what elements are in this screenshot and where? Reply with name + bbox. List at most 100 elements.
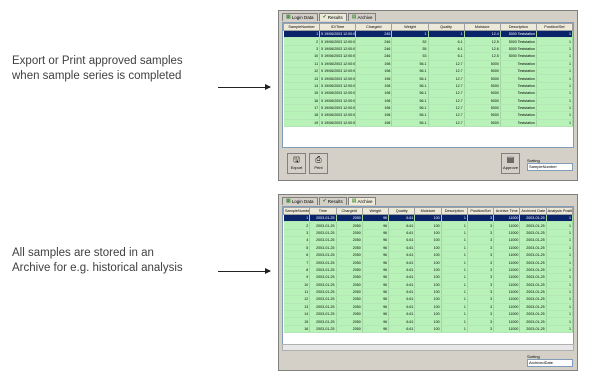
table-cell: 3 <box>467 281 495 289</box>
table-cell: 246 <box>355 45 393 54</box>
column-header[interactable]: Quality <box>388 207 416 215</box>
table-row[interactable]: 17 5 19/06/2003 12:00:00 198 56.1 12.7 5000 Te… <box>283 104 573 113</box>
column-header[interactable]: SampleNumber <box>283 207 311 215</box>
tab-bar: ▦ Login Data ✔ Results ▤ Archive <box>279 11 577 21</box>
table-cell: 5 19/06/2003 12:00:00 <box>319 30 357 39</box>
tab-archive[interactable]: ▤ Archive <box>347 197 377 205</box>
table-row[interactable]: 10 5 19/06/2003 12:00:00 246 53 6.1 12.5 5000 … <box>283 52 573 61</box>
table-cell: 2050 <box>336 221 363 230</box>
column-header[interactable]: Moisture <box>414 207 442 215</box>
grid-icon: ▦ <box>286 14 291 20</box>
print-button[interactable]: ⎙ Print <box>309 153 328 174</box>
table-cell: 96 <box>362 214 390 223</box>
table-row[interactable]: 11 5 19/06/2003 12:00:00 198 56.1 12.7 5000 Te… <box>283 60 573 68</box>
table-cell: 2050 <box>336 214 363 223</box>
table-row[interactable]: 8 2003-01-25 2050 96 6.61 100 1 3 11000 2003-01-2… <box>283 266 573 275</box>
table-cell: 56.1 <box>391 104 429 113</box>
table-cell: Teststation <box>500 74 537 83</box>
table-cell: 12 <box>283 295 311 304</box>
table-cell: 100 <box>414 310 442 319</box>
column-header[interactable]: Weight <box>361 207 390 215</box>
table-row[interactable]: 3 2003-01-25 2050 96 6.61 100 1 3 11000 2003-01-2… <box>283 229 573 238</box>
table-cell: 5000 <box>464 74 501 83</box>
table-row[interactable]: 1 2003-01-25 2050 96 6.61 100 1 3 11000 2003-01-2… <box>283 214 573 223</box>
table-row[interactable]: 25 19/06/2003 12:00:00 246 52 6.1 12.5 5000 T… <box>283 37 573 46</box>
column-header[interactable]: Analysis Position <box>545 207 573 215</box>
table-cell: 12.7 <box>428 104 465 113</box>
tab-results[interactable]: ✔ Results <box>318 197 347 205</box>
table-row[interactable]: 18 5 19/06/2003 12:00:00 198 56.1 12.7 5000 Te… <box>283 111 573 120</box>
column-header[interactable]: Description <box>440 207 468 215</box>
tab-login-data[interactable]: ▦ Login Data <box>282 13 318 21</box>
table-cell: 5 19/06/2003 12:00:00 <box>319 74 357 83</box>
column-header[interactable]: Position/Set <box>466 207 495 215</box>
tab-login-data[interactable]: ▦ Login Data <box>282 197 318 205</box>
table-row[interactable]: 4 2003-01-25 2050 96 6.61 100 1 3 11000 2003-01-2… <box>283 236 573 245</box>
column-header[interactable]: ID/Time <box>319 23 357 31</box>
table-cell: 100 <box>414 258 442 267</box>
table-row[interactable]: 12 5 19/06/2003 12:00:00 198 56.1 12.7 5000 Te… <box>283 67 573 76</box>
column-header[interactable]: Archived Date <box>519 207 547 215</box>
column-header[interactable]: Archive Time <box>493 207 521 215</box>
table-row[interactable]: 19 5 19/06/2003 12:00:00 198 56.1 12.7 5000 Te… <box>283 119 573 128</box>
table-cell: 6.61 <box>388 251 416 260</box>
table-row[interactable]: 16 5 19/06/2003 12:00:00 198 56.1 12.7 5000 Te… <box>283 97 573 105</box>
column-header[interactable]: Time <box>309 207 337 215</box>
table-cell: 100 <box>414 221 442 230</box>
table-cell: 5 19/06/2003 12:00:00 <box>319 82 357 91</box>
table-row[interactable]: 15 2003-01-25 2050 96 6.61 100 1 3 11000 2003-01-… <box>283 317 573 326</box>
table-cell: 1 <box>391 30 429 39</box>
table-cell: 1 <box>536 74 573 83</box>
table-cell: 11000 <box>493 273 521 282</box>
table-row[interactable]: 14 2003-01-25 2050 96 6.61 100 1 3 11000 2003-01-… <box>283 310 573 319</box>
table-row[interactable]: 35 19/06/2003 12:00:00 246 55 6.1 12.6 5000 T… <box>283 45 573 54</box>
tab-results[interactable]: ✔ Results <box>318 13 347 21</box>
approve-button[interactable]: ▤ Approve <box>501 153 520 174</box>
table-cell: 16 <box>283 325 311 334</box>
table-row[interactable]: 13 2003-01-25 2050 96 6.61 100 1 3 11000 2003-01-… <box>283 303 573 312</box>
sort-select[interactable]: SampleNumber <box>527 163 573 171</box>
column-header[interactable]: SampleNumber <box>283 23 321 31</box>
table-row[interactable]: 5 2003-01-25 2050 96 6.61 100 1 3 11000 2003-01-2… <box>283 244 573 252</box>
table-cell: 3 <box>467 258 495 267</box>
column-header[interactable]: Moisture <box>463 23 501 31</box>
table-row[interactable]: 14 5 19/06/2003 12:00:00 198 56.1 12.7 5000 Te… <box>283 82 573 91</box>
sort-select[interactable]: ArchivedDate <box>527 359 573 367</box>
table-cell: 198 <box>355 82 393 91</box>
table-cell: 11 <box>283 60 321 68</box>
horizontal-scrollbar[interactable] <box>282 344 574 351</box>
table-row[interactable]: 9 2003-01-25 2050 96 6.61 100 1 3 11000 2003-01-2… <box>283 273 573 282</box>
table-row[interactable]: 11 2003-01-25 2050 96 6.61 100 1 3 11000 2003-01-… <box>283 288 573 297</box>
archive-table[interactable]: SampleNumber Time Chargeld Weight Quality Moi… <box>282 206 574 345</box>
table-cell: 1 <box>546 288 573 297</box>
table-cell: 6.61 <box>388 288 416 297</box>
table-row[interactable]: 12 2003-01-25 2050 96 6.61 100 1 3 11000 2003-01-… <box>283 295 573 304</box>
table-cell: 6.61 <box>388 221 416 230</box>
table-cell: 2003-01-25 <box>309 214 337 223</box>
table-row[interactable]: 16 2003-01-25 2050 96 6.61 100 1 3 11000 2003-01-… <box>283 325 573 334</box>
table-row[interactable]: 10 2003-01-25 2050 96 6.61 100 1 3 11000 2003-01-… <box>283 281 573 289</box>
table-cell: 12.7 <box>428 119 465 128</box>
table-cell: 1 <box>536 52 573 61</box>
column-header[interactable]: Description <box>499 23 537 31</box>
table-cell: 52 <box>391 37 429 46</box>
table-row[interactable]: 2 2003-01-25 2050 96 6.61 100 1 3 11000 2003-01-2… <box>283 221 573 230</box>
column-header[interactable]: Chargeld <box>335 207 363 215</box>
table-cell: 56.1 <box>391 111 429 120</box>
table-cell: 18 <box>283 111 321 120</box>
table-cell: 13 <box>283 74 321 83</box>
table-cell: 2003-01-25 <box>519 288 547 297</box>
tab-archive[interactable]: ▤ Archive <box>347 13 377 21</box>
table-row[interactable]: 15 19/06/2003 12:00:00 245 1 1 12.4 5000 Test… <box>283 30 573 39</box>
table-row[interactable]: 15 5 19/06/2003 12:00:00 198 56.1 12.7 5000 Te… <box>283 89 573 98</box>
column-header[interactable]: Position/Set <box>535 23 573 31</box>
table-cell: 6.61 <box>388 273 416 282</box>
table-row[interactable]: 7 2003-01-25 2050 96 6.61 100 1 3 11000 2003-01-2… <box>283 258 573 267</box>
results-table[interactable]: SampleNumber ID/Time Chargeld Weight Quality… <box>282 22 574 148</box>
export-button[interactable]: 🖫 Export <box>287 153 306 174</box>
column-header[interactable]: Weight <box>391 23 429 31</box>
column-header[interactable]: Chargeld <box>355 23 393 31</box>
table-row[interactable]: 6 2003-01-25 2050 96 6.61 100 1 3 11000 2003-01-2… <box>283 251 573 260</box>
column-header[interactable]: Quality <box>427 23 465 31</box>
table-row[interactable]: 13 5 19/06/2003 12:00:00 198 56.1 12.7 5000 Te… <box>283 74 573 83</box>
